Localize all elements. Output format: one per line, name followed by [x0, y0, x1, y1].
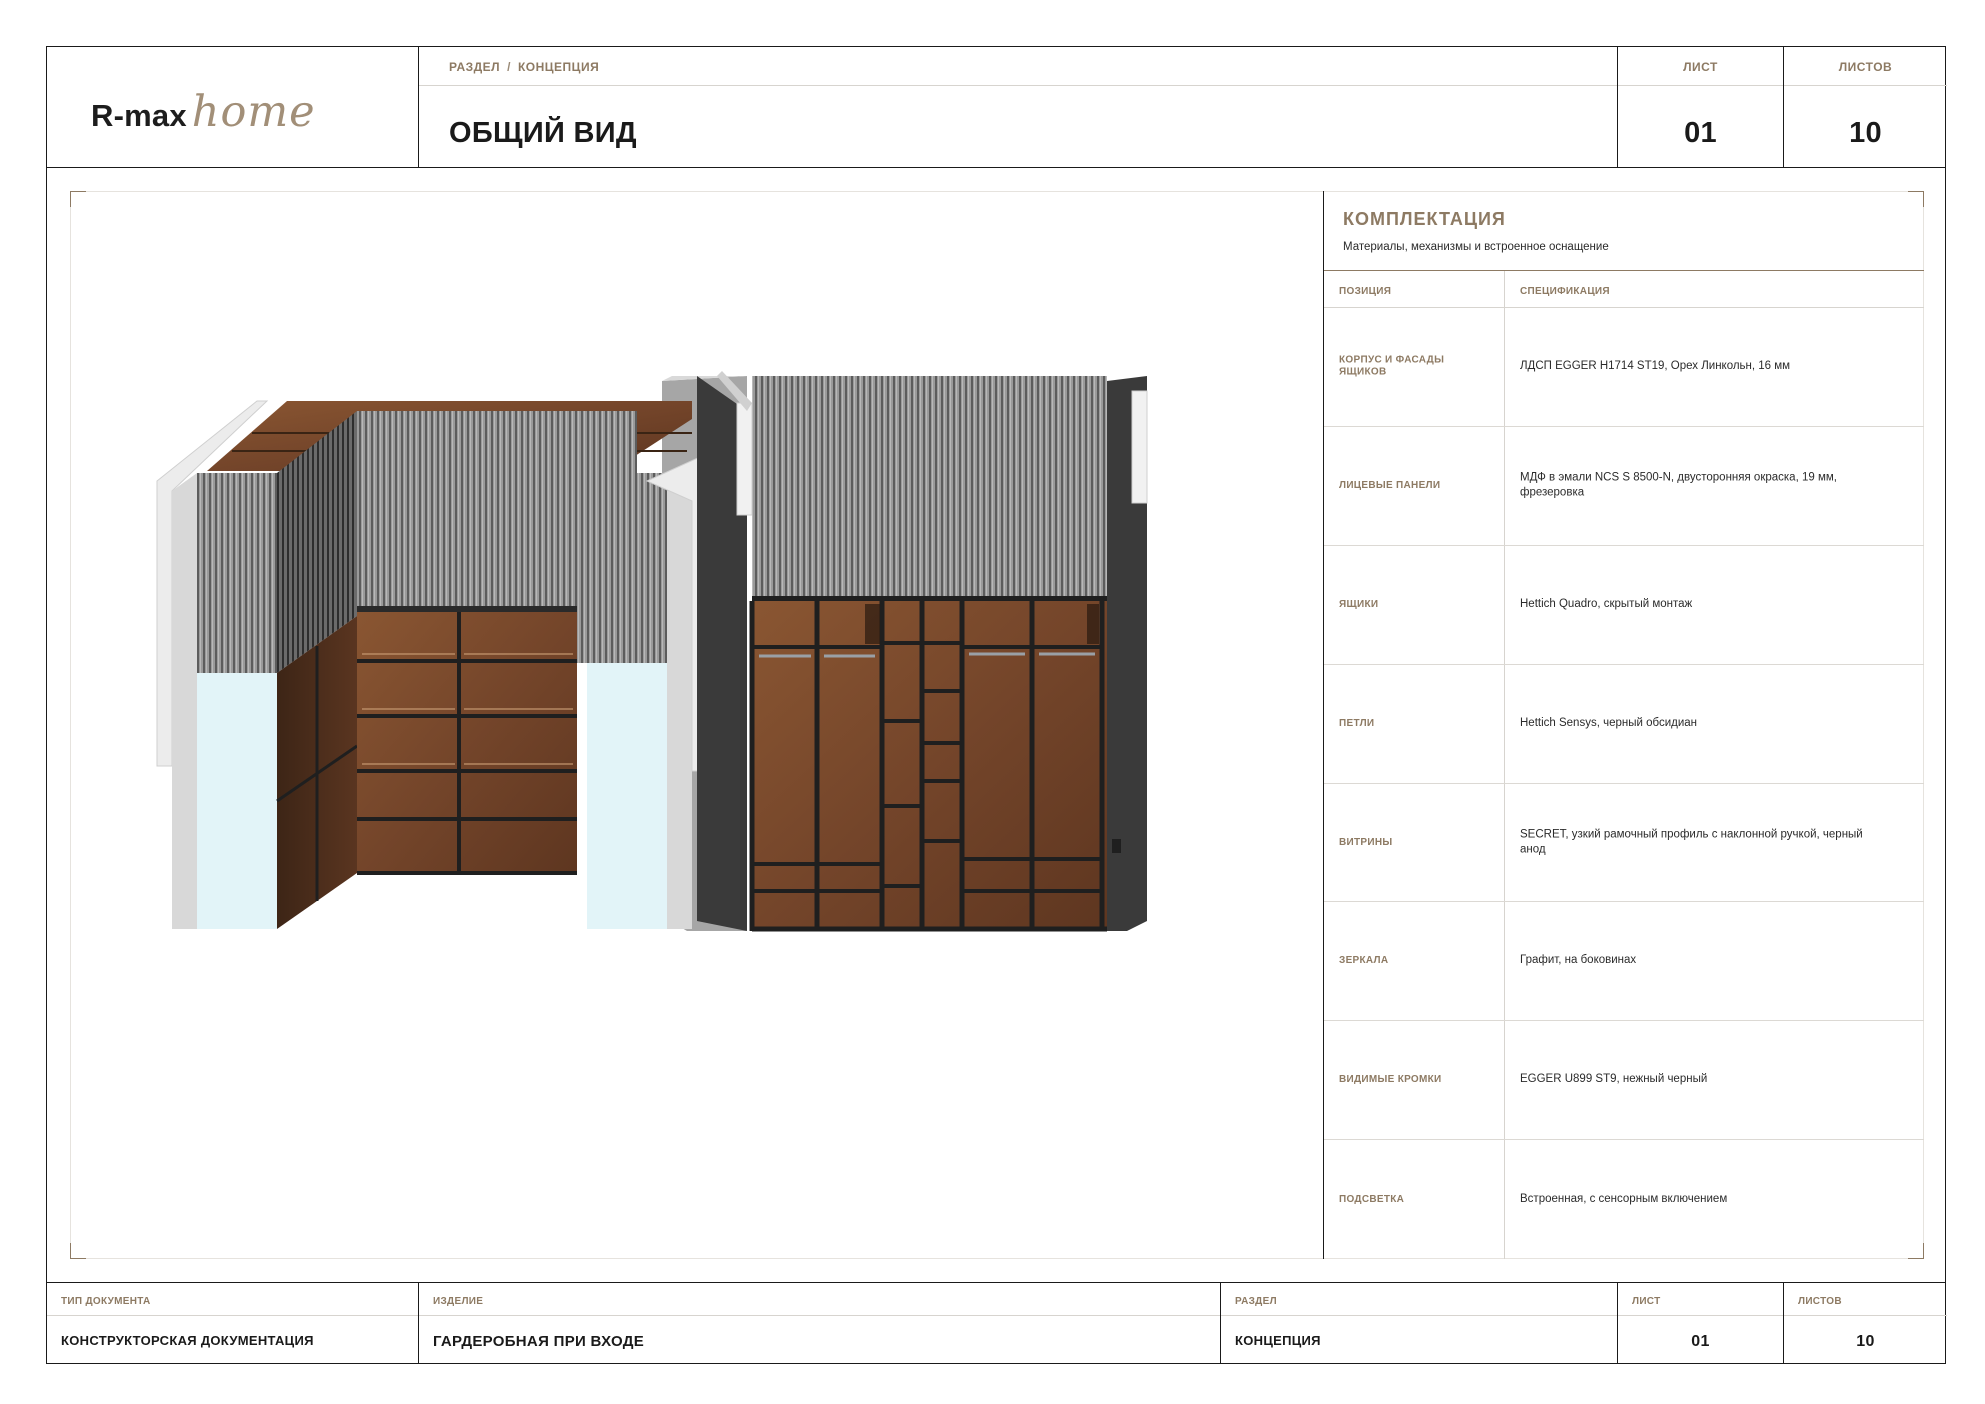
sheets-count: 10: [1849, 117, 1882, 149]
spec-panel: КОМПЛЕКТАЦИЯ Материалы, механизмы и встр…: [1323, 191, 1924, 1259]
spec-row: ВИДИМЫЕ КРОМКИ EGGER U899 ST9, нежный чер…: [1324, 1021, 1924, 1141]
spec-row: ЛИЦЕВЫЕ ПАНЕЛИ МДФ в эмали NCS S 8500-N, …: [1324, 427, 1924, 546]
spec-value: МДФ в эмали NCS S 8500-N, двусторонняя о…: [1520, 471, 1837, 499]
spec-row: ЗЕРКАЛА Графит, на боковинах: [1324, 902, 1924, 1022]
footer-sheets-value: 10: [1856, 1333, 1875, 1350]
logo-brand: R-max: [91, 98, 187, 133]
footer-product-value: ГАРДЕРОБНАЯ ПРИ ВХОДЕ: [433, 1333, 645, 1350]
footer-sheet-label: ЛИСТ: [1618, 1283, 1783, 1316]
spec-value: ЛДСП EGGER H1714 ST19, Орех Линкольн, 16…: [1520, 360, 1791, 373]
spec-value: Hettich Sensys, черный обсидиан: [1520, 716, 1698, 729]
sheet-label: ЛИСТ: [1618, 47, 1783, 86]
footer-sheets-label: ЛИСТОВ: [1784, 1283, 1947, 1316]
company-logo: R-max home: [91, 87, 316, 137]
footer-section-value: КОНЦЕПЦИЯ: [1235, 1333, 1321, 1348]
breadcrumb: РАЗДЕЛ / КОНЦЕПЦИЯ: [419, 47, 1617, 86]
logo-script: home: [191, 87, 316, 137]
sheet-number: 01: [1684, 117, 1717, 149]
spec-column-headers: ПОЗИЦИЯ СПЕЦИФИКАЦИЯ: [1324, 271, 1924, 308]
spec-value: Hettich Quadro, скрытый монтаж: [1520, 597, 1693, 610]
spec-position: ЗЕРКАЛА: [1339, 955, 1389, 967]
render-left: [156, 376, 747, 931]
title-block-footer: ТИП ДОКУМЕНТА КОНСТРУКТОРСКАЯ ДОКУМЕНТАЦ…: [47, 1282, 1947, 1363]
drawing-area: КОМПЛЕКТАЦИЯ Материалы, механизмы и встр…: [70, 191, 1924, 1259]
spec-title: КОМПЛЕКТАЦИЯ: [1343, 209, 1506, 229]
footer-product: ИЗДЕЛИЕ ГАРДЕРОБНАЯ ПРИ ВХОДЕ: [419, 1283, 1221, 1363]
spec-header: КОМПЛЕКТАЦИЯ Материалы, механизмы и встр…: [1324, 191, 1924, 271]
spec-position: ЛИЦЕВЫЕ ПАНЕЛИ: [1339, 479, 1441, 491]
spec-value: Графит, на боковинах: [1520, 954, 1637, 967]
spec-position: ЯЩИКИ: [1339, 598, 1379, 610]
spec-position: ПЕТЛИ: [1339, 717, 1375, 729]
footer-sheets: ЛИСТОВ 10: [1784, 1283, 1947, 1363]
title-block-header: R-max home РАЗДЕЛ / КОНЦЕПЦИЯ ОБЩИЙ ВИД ЛИ…: [47, 47, 1947, 168]
footer-doc-type-value: КОНСТРУКТОРСКАЯ ДОКУМЕНТАЦИЯ: [61, 1333, 314, 1348]
spec-value: EGGER U899 ST9, нежный черный: [1520, 1073, 1708, 1086]
spec-position: КОРПУС И ФАСАДЫ ЯЩИКОВ: [1339, 354, 1445, 378]
corner-mark: [70, 1243, 86, 1259]
footer-sheet: ЛИСТ 01: [1618, 1283, 1784, 1363]
spec-subtitle: Материалы, механизмы и встроенное оснаще…: [1343, 241, 1609, 253]
spec-row: ЯЩИКИ Hettich Quadro, скрытый монтаж: [1324, 546, 1924, 665]
spec-row: ПОДСВЕТКА Встроенная, с сенсорным включен…: [1324, 1140, 1924, 1259]
spec-position: ВИДИМЫЕ КРОМКИ: [1339, 1074, 1442, 1086]
sheets-label: ЛИСТОВ: [1784, 47, 1947, 86]
breadcrumb-separator: /: [507, 60, 511, 74]
corner-mark: [70, 191, 86, 207]
spec-row: КОРПУС И ФАСАДЫ ЯЩИКОВ ЛДСП EGGER H1714 S…: [1324, 308, 1924, 427]
spec-row: ПЕТЛИ Hettich Sensys, черный обсидиан: [1324, 665, 1924, 784]
breadcrumb-section: РАЗДЕЛ: [449, 60, 501, 74]
footer-doc-type-label: ТИП ДОКУМЕНТА: [47, 1283, 418, 1316]
page-title: ОБЩИЙ ВИД: [449, 117, 637, 149]
sheets-cell: ЛИСТОВ 10: [1784, 47, 1947, 167]
footer-doc-type: ТИП ДОКУМЕНТА КОНСТРУКТОРСКАЯ ДОКУМЕНТАЦ…: [47, 1283, 419, 1363]
drawing-frame: R-max home РАЗДЕЛ / КОНЦЕПЦИЯ ОБЩИЙ ВИД ЛИ…: [46, 46, 1947, 1364]
wardrobe-renders: [156, 371, 1148, 932]
sheet-cell: ЛИСТ 01: [1618, 47, 1784, 167]
footer-product-label: ИЗДЕЛИЕ: [419, 1283, 1220, 1316]
spec-position: ВИТРИНЫ: [1339, 836, 1393, 848]
spec-value: SECRET, узкий рамочный профиль с наклонн…: [1520, 827, 1863, 856]
footer-section-label: РАЗДЕЛ: [1221, 1283, 1617, 1316]
breadcrumb-page: КОНЦЕПЦИЯ: [517, 60, 600, 74]
spec-row: ВИТРИНЫ SECRET, узкий рамочный профиль с …: [1324, 784, 1924, 903]
spec-value: Встроенная, с сенсорным включением: [1520, 1192, 1728, 1205]
spec-rows: КОРПУС И ФАСАДЫ ЯЩИКОВ ЛДСП EGGER H1714 S…: [1324, 308, 1924, 1259]
footer-sheet-value: 01: [1691, 1333, 1710, 1350]
title-cell: РАЗДЕЛ / КОНЦЕПЦИЯ ОБЩИЙ ВИД: [419, 47, 1618, 167]
column-position: ПОЗИЦИЯ: [1339, 286, 1392, 297]
render-right: [697, 371, 1148, 932]
footer-section: РАЗДЕЛ КОНЦЕПЦИЯ: [1221, 1283, 1618, 1363]
spec-position: ПОДСВЕТКА: [1339, 1193, 1405, 1205]
logo-cell: R-max home: [47, 47, 419, 167]
column-spec: СПЕЦИФИКАЦИЯ: [1520, 286, 1610, 297]
